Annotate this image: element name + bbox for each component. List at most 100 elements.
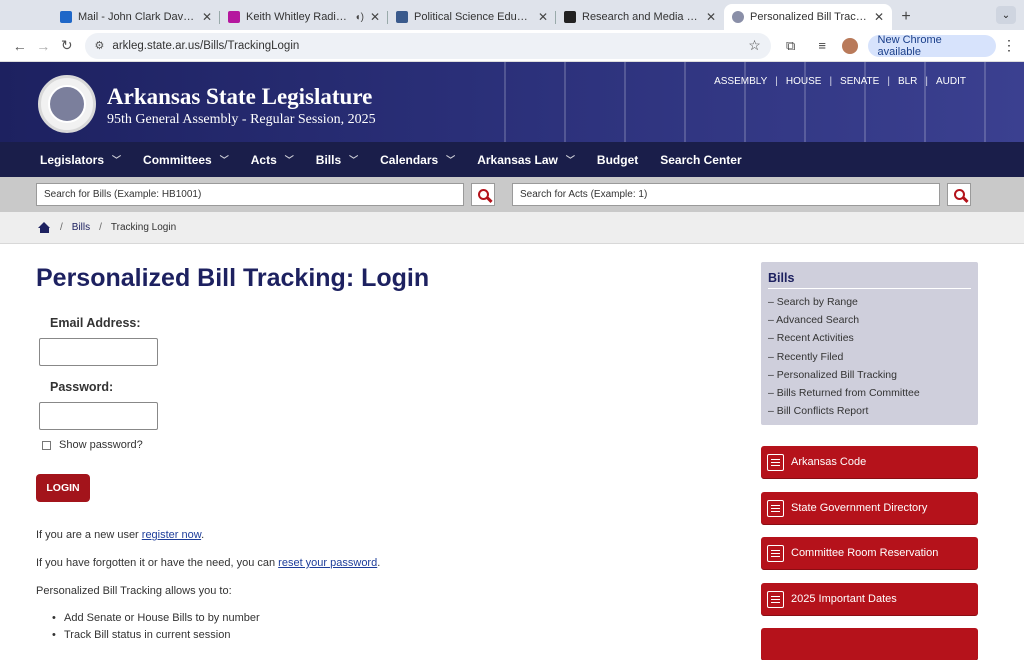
breadcrumb: / Bills / Tracking Login: [0, 212, 1024, 244]
sidebar-link-bill-tracking[interactable]: – Personalized Bill Tracking: [768, 366, 971, 384]
show-password-row[interactable]: Show password?: [42, 439, 143, 451]
bill-search-button[interactable]: [471, 183, 495, 206]
nav-legislators[interactable]: Legislators ﹀: [40, 153, 121, 167]
nav-calendars[interactable]: Calendars ﹀: [380, 153, 455, 167]
url-text: arkleg.state.ar.us/Bills/TrackingLogin: [112, 39, 300, 52]
search-icon: [477, 189, 489, 200]
sidebar-link-bill-conflicts[interactable]: – Bill Conflicts Report: [768, 402, 971, 420]
sidebar-link-advanced-search[interactable]: – Advanced Search: [768, 311, 971, 329]
email-field[interactable]: [39, 338, 158, 366]
reload-icon[interactable]: ↻: [55, 34, 79, 58]
chrome-update-button[interactable]: New Chrome available: [867, 34, 996, 58]
search-icon: [953, 189, 965, 200]
browser-tab[interactable]: Keith Whitley Radio - Now ◖) ✕: [220, 4, 388, 30]
radio-icon: [228, 11, 240, 23]
list-item: Add Senate or House Bills to by number: [52, 612, 260, 624]
extensions-puzzle-icon[interactable]: ⧉: [779, 34, 803, 58]
site-header: Arkansas State Legislature 95th General …: [0, 62, 1024, 142]
important-dates-button[interactable]: 2025 Important Dates: [761, 583, 978, 615]
nav-budget[interactable]: Budget: [597, 153, 638, 167]
forward-arrow-icon[interactable]: →: [32, 34, 56, 58]
tab-title: Research and Media Sources: [582, 11, 700, 23]
back-arrow-icon[interactable]: ←: [8, 34, 32, 58]
nav-search-center[interactable]: Search Center: [660, 153, 741, 167]
building-icon: [767, 499, 784, 517]
tab-title: Mail - John Clark Davis - Outl: [78, 11, 196, 23]
code-book-icon: [767, 453, 784, 471]
features-list: Add Senate or House Bills to by number T…: [52, 612, 260, 646]
state-seal-logo[interactable]: [38, 75, 96, 133]
breadcrumb-bills[interactable]: Bills: [72, 222, 90, 233]
nav-arkansas-law[interactable]: Arkansas Law ﹀: [477, 153, 575, 167]
close-tab-icon[interactable]: ✕: [706, 10, 716, 24]
site-title[interactable]: Arkansas State Legislature: [107, 84, 372, 110]
browser-tab-strip: Mail - John Clark Davis - Outl ✕ Keith W…: [0, 0, 1024, 30]
nav-bills[interactable]: Bills ﹀: [316, 153, 358, 167]
chevron-down-icon: ﹀: [112, 155, 122, 165]
speaker-icon[interactable]: ◖): [355, 12, 364, 23]
state-directory-button[interactable]: State Government Directory: [761, 492, 978, 524]
sidebar-link-search-by-range[interactable]: – Search by Range: [768, 293, 971, 311]
reset-password-link[interactable]: reset your password: [278, 557, 377, 569]
close-tab-icon[interactable]: ✕: [874, 10, 884, 24]
top-link-senate[interactable]: SENATE: [832, 76, 887, 87]
button-label: State Government Directory: [791, 502, 928, 514]
kebab-menu-icon[interactable]: ⋮: [1002, 37, 1016, 54]
room-reservation-button[interactable]: Committee Room Reservation: [761, 537, 978, 569]
sidebar-link-bills-returned[interactable]: – Bills Returned from Committee: [768, 384, 971, 402]
show-password-checkbox[interactable]: [42, 440, 51, 450]
sidebar-link-recently-filed[interactable]: – Recently Filed: [768, 348, 971, 366]
breadcrumb-separator: /: [99, 222, 102, 233]
home-icon[interactable]: [38, 222, 51, 233]
nav-label: Legislators: [40, 152, 105, 167]
password-label: Password:: [50, 380, 114, 394]
chevron-down-icon: ﹀: [219, 155, 229, 165]
top-link-house[interactable]: HOUSE: [778, 76, 830, 87]
sidebar-button-partial[interactable]: [761, 628, 978, 660]
tab-search-chevron-icon[interactable]: ⌄: [996, 6, 1016, 24]
bill-search-input[interactable]: Search for Bills (Example: HB1001): [36, 183, 464, 206]
register-link[interactable]: register now: [142, 529, 201, 541]
nav-label: Acts: [250, 152, 277, 167]
browser-toolbar: ← → ↻ ⚙ arkleg.state.ar.us/Bills/Trackin…: [0, 30, 1024, 62]
top-link-blr[interactable]: BLR: [890, 76, 925, 87]
browser-tab[interactable]: Political Science Educator: Vo ✕: [388, 4, 556, 30]
show-password-label: Show password?: [59, 439, 143, 451]
nav-label: Committees: [143, 152, 212, 167]
site-icon: [396, 11, 408, 23]
tab-title: Political Science Educator: Vo: [414, 11, 532, 23]
top-links: ASSEMBLY | HOUSE | SENATE | BLR | AUDIT: [706, 76, 974, 87]
media-queue-icon[interactable]: ≡: [810, 34, 834, 58]
page-title: Personalized Bill Tracking: Login: [36, 264, 430, 292]
new-tab-plus-icon[interactable]: +: [892, 4, 920, 30]
site-info-icon[interactable]: ⚙: [95, 39, 105, 52]
site-icon: [564, 11, 576, 23]
arkansas-code-button[interactable]: Arkansas Code: [761, 446, 978, 478]
outlook-icon: [60, 11, 72, 23]
close-tab-icon[interactable]: ✕: [538, 10, 548, 24]
button-label: Arkansas Code: [791, 456, 867, 468]
act-search-button[interactable]: [947, 183, 971, 206]
new-user-text: If you are a new user register now.: [36, 529, 205, 541]
password-field[interactable]: [39, 402, 158, 430]
main-nav: Legislators ﹀ Committees ﹀ Acts ﹀ Bills ﹀ Ca…: [0, 142, 1024, 177]
address-bar[interactable]: ⚙ arkleg.state.ar.us/Bills/TrackingLogin…: [84, 32, 771, 59]
breadcrumb-separator: /: [60, 222, 63, 233]
nav-acts[interactable]: Acts ﹀: [251, 153, 294, 167]
close-tab-icon[interactable]: ✕: [202, 10, 212, 24]
list-item: Track Bill status in current session: [52, 629, 260, 641]
nav-label: Search Center: [660, 152, 742, 167]
browser-tab[interactable]: Mail - John Clark Davis - Outl ✕: [52, 4, 220, 30]
login-button[interactable]: LOGIN: [36, 474, 90, 502]
close-tab-icon[interactable]: ✕: [370, 10, 380, 24]
profile-avatar[interactable]: [841, 37, 858, 54]
act-search-input[interactable]: Search for Acts (Example: 1): [512, 183, 940, 206]
bookmark-star-icon[interactable]: ☆: [748, 37, 761, 54]
browser-tab[interactable]: Research and Media Sources ✕: [556, 4, 724, 30]
top-link-assembly[interactable]: ASSEMBLY: [706, 76, 775, 87]
browser-tab-active[interactable]: Personalized Bill Tracking: Lo ✕: [724, 4, 892, 30]
forgot-prefix: If you have forgotten it or have the nee…: [36, 557, 279, 569]
nav-committees[interactable]: Committees ﹀: [143, 153, 229, 167]
sidebar-link-recent-activities[interactable]: – Recent Activities: [768, 329, 971, 347]
top-link-audit[interactable]: AUDIT: [928, 76, 974, 87]
